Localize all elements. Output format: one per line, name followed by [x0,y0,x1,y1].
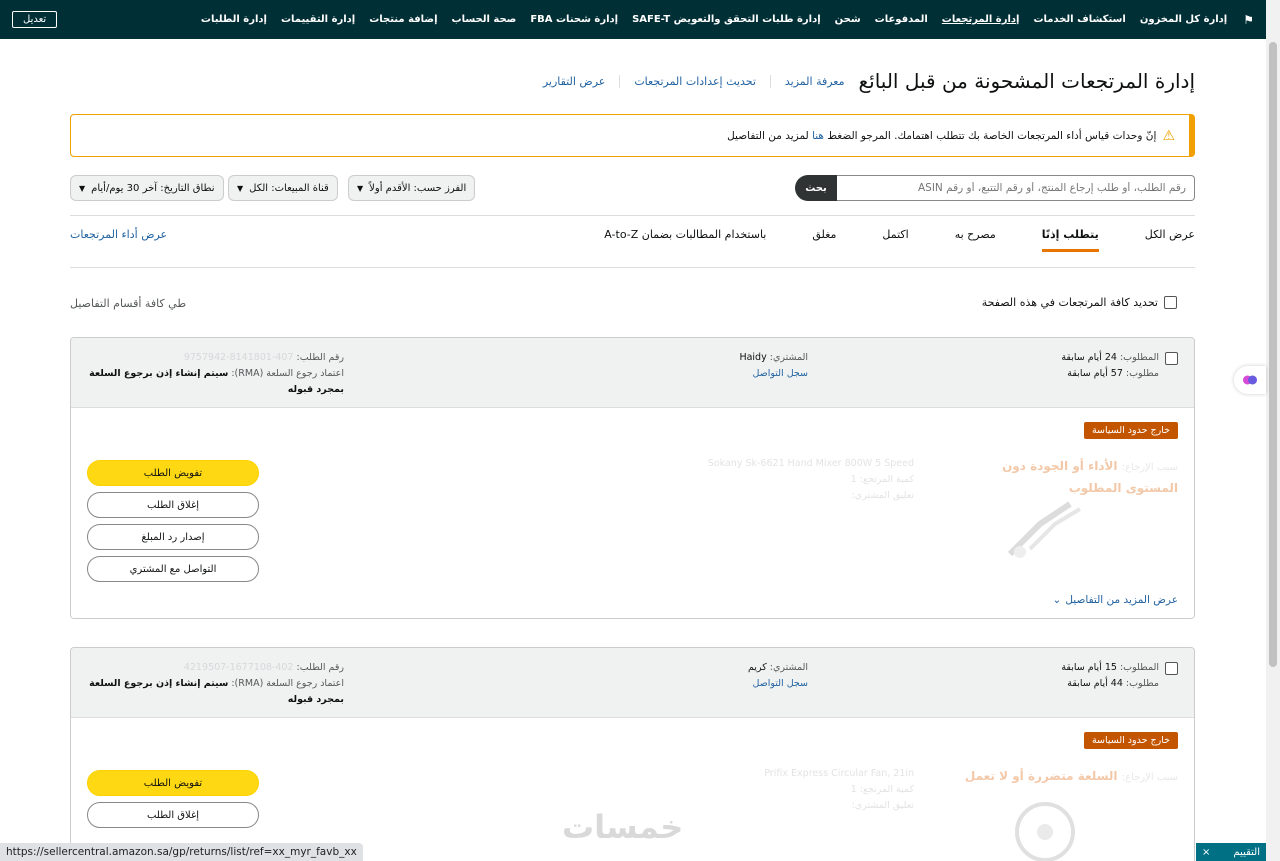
update-settings-link[interactable]: تحديث إعدادات المرتجعات [620,74,771,88]
page-title: إدارة المرتجعات المشحونة من قبل البائع [858,69,1196,93]
contact-buyer-button[interactable]: التواصل مع المشتري [87,556,259,582]
warning-icon: ⚠ [1162,127,1175,144]
nav-explore-services[interactable]: استكشاف الخدمات [1033,14,1125,25]
select-all-label: تحديد كافة المرتجعات في هذه الصفحة [981,296,1158,309]
return-reason: سبب الإرجاع: السلعة متضررة أو لا تعمل [964,769,1178,783]
nav-manage-orders[interactable]: إدارة الطلبات [201,14,267,25]
show-more-details[interactable]: عرض المزيد من التفاصيل ⌄ [1053,594,1178,606]
scrollbar[interactable] [1266,0,1280,861]
product-image [1015,802,1075,861]
divider [70,215,1195,216]
buyer-col: المشتري: Haidy سجل التواصل [739,350,808,382]
page-header: إدارة المرتجعات المشحونة من قبل البائع م… [529,69,1195,93]
nav-payments[interactable]: المدفوعات [875,14,928,25]
requested-col: المطلوب: 15 أيام سابقة مطلوب: 44 أيام سا… [1061,660,1178,692]
product-info: Sokany Sk-6621 Hand Mixer 800W 5 Speed ك… [694,456,914,504]
performance-alert: ⚠ إنّ وحدات قياس أداء المرتجعات الخاصة ب… [70,114,1195,157]
card-header: المطلوب: 24 أيام سابقة مطلوب: 57 أيام سا… [71,338,1194,408]
search-bar: بحث [795,175,1195,201]
return-reason: سبب الإرجاع: الأداء أو الجودة دون المستو… [1002,459,1178,495]
status-tabs: عرض الكل يتطلب إذنًا مصرح به اكتمل مغلق … [558,228,1195,252]
product-name[interactable]: Sokany Sk-6621 Hand Mixer 800W 5 Speed [694,456,914,472]
search-input[interactable] [837,175,1195,201]
nav-manage-returns[interactable]: إدارة المرتجعات [942,14,1020,25]
tab-a-to-z-claims[interactable]: باستخدام المطالبات بضمان A-to-Z [604,228,766,252]
chevron-down-icon: ▼ [237,183,244,193]
authorize-request-button[interactable]: تفويض الطلب [87,460,259,486]
card-body: خارج حدود السياسة سبب الإرجاع: الأداء أو… [71,408,1194,618]
date-range-dropdown[interactable]: نطاق التاريخ: آخر 30 يوم/أيام ▼ [70,175,224,201]
chevron-down-icon: ▼ [79,183,86,193]
product-info: Prifix Express Circular Fan, 21in كمية ا… [694,766,914,814]
alert-text: إنّ وحدات قياس أداء المرتجعات الخاصة بك … [727,129,1157,142]
nav-manage-reviews[interactable]: إدارة التقييمات [281,14,355,25]
status-bar-url: https://sellercentral.amazon.sa/gp/retur… [0,843,363,861]
chevron-down-icon: ▼ [357,183,364,193]
order-col: رقم الطلب: 402-1677108-4219507 اعتماد رج… [89,662,344,705]
channel-dropdown[interactable]: قناة المبيعات: الكل ▼ [228,175,338,201]
product-name[interactable]: Prifix Express Circular Fan, 21in [694,766,914,782]
nav-add-products[interactable]: إضافة منتجات [369,14,437,25]
issue-refund-button[interactable]: إصدار رد المبلغ [87,524,259,550]
requested-col: المطلوب: 24 أيام سابقة مطلوب: 57 أيام سا… [1061,350,1178,382]
close-request-button[interactable]: إغلاق الطلب [87,492,259,518]
tab-completed[interactable]: اكتمل [882,228,908,252]
nav-fba-shipments[interactable]: إدارة شحنات FBA [530,14,618,25]
tab-closed[interactable]: مغلق [812,228,836,252]
nav-manage-inventory[interactable]: إدارة كل المخزون [1140,14,1227,25]
edit-nav-button[interactable]: تعديل [12,11,58,28]
tab-authorized[interactable]: مصرح به [955,228,996,252]
authorize-request-button[interactable]: تفويض الطلب [87,770,259,796]
top-nav: ⚑ إدارة كل المخزون استكشاف الخدمات إدارة… [0,0,1266,39]
card-header: المطلوب: 15 أيام سابقة مطلوب: 44 أيام سا… [71,648,1194,718]
select-all: تحديد كافة المرتجعات في هذه الصفحة [982,296,1177,309]
bookmark-icon[interactable]: ⚑ [1243,13,1254,27]
order-id[interactable]: 407-8141801-9757942 [184,352,294,363]
order-id[interactable]: 402-1677108-4219507 [184,662,294,673]
policy-badge: خارج حدود السياسة [1083,732,1178,749]
collapse-all-link[interactable]: طي كافة أقسام التفاصيل [70,297,186,310]
product-image [1007,501,1082,558]
card-checkbox[interactable] [1165,351,1178,365]
alert-here-link[interactable]: هنا [812,130,824,142]
learn-more-link[interactable]: معرفة المزيد [771,75,845,88]
assistant-widget-icon[interactable] [1234,366,1266,394]
card-checkbox[interactable] [1165,661,1178,675]
tab-view-all[interactable]: عرض الكل [1145,228,1195,252]
policy-badge: خارج حدود السياسة [1083,422,1178,439]
contact-history-link[interactable]: سجل التواصل [739,366,808,382]
scrollbar-thumb[interactable] [1269,42,1277,667]
select-all-checkbox[interactable] [1164,296,1177,309]
nav-shipping[interactable]: شحن [835,14,861,25]
sort-dropdown[interactable]: الفرز حسب: الأقدم أولاً ▼ [348,175,476,201]
return-card: المطلوب: 24 أيام سابقة مطلوب: 57 أيام سا… [70,337,1195,619]
chevron-down-icon: ⌄ [1052,594,1062,606]
brain-icon [1243,375,1257,385]
tab-requires-authorization[interactable]: يتطلب إذنًا [1041,228,1099,252]
buyer-col: المشتري: كريم سجل التواصل [748,660,808,692]
card-actions: تفويض الطلب إغلاق الطلب إصدار رد المبلغ … [87,460,259,588]
view-returns-performance-link[interactable]: عرض أداء المرتجعات [70,228,167,241]
card-actions: تفويض الطلب إغلاق الطلب [87,770,259,834]
contact-history-link[interactable]: سجل التواصل [748,676,808,692]
order-col: رقم الطلب: 407-8141801-9757942 اعتماد رج… [89,352,344,395]
feedback-tab[interactable]: التقييم × [1196,843,1266,861]
nav-account-health[interactable]: صحة الحساب [452,14,517,25]
close-request-button[interactable]: إغلاق الطلب [87,802,259,828]
nav-safe-t[interactable]: إدارة طلبات التحقق والتعويض SAFE-T [632,14,821,25]
close-icon[interactable]: × [1202,847,1210,858]
watermark: خمسات [562,808,684,846]
search-button[interactable]: بحث [795,175,837,201]
divider [70,267,1195,268]
view-reports-link[interactable]: عرض التقارير [529,74,621,88]
